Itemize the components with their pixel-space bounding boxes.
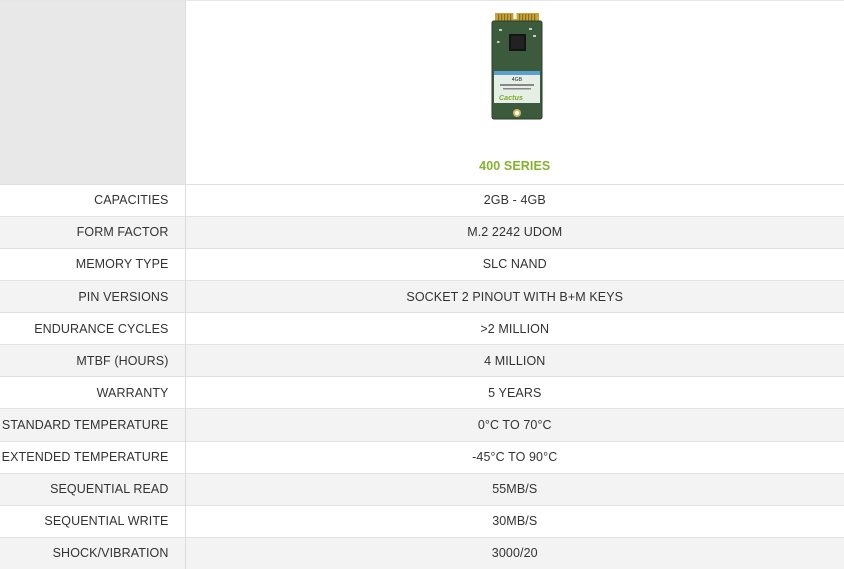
spec-value: 2GB - 4GB xyxy=(185,183,844,217)
spec-row: SHOCK/VIBRATION 3000/20 xyxy=(0,536,844,569)
spec-label: STANDARD TEMPERATURE xyxy=(0,408,186,442)
header-blank-cell xyxy=(0,0,186,185)
spec-row: PIN VERSIONS SOCKET 2 PINOUT WITH B+M KEY… xyxy=(0,279,844,313)
spec-label: FORM FACTOR xyxy=(0,215,186,249)
spec-value: 55MB/S xyxy=(185,472,844,506)
spec-label: SEQUENTIAL WRITE xyxy=(0,504,186,538)
spec-row: SEQUENTIAL READ 55MB/S xyxy=(0,472,844,506)
series-title: 400 SERIES xyxy=(479,159,551,173)
spec-value: 3000/20 xyxy=(185,536,844,569)
spec-value: SOCKET 2 PINOUT WITH B+M KEYS xyxy=(185,279,844,313)
spec-rows: CAPACITIES 2GB - 4GB FORM FACTOR M.2 2242 U… xyxy=(0,183,844,569)
spec-value: SLC NAND xyxy=(185,247,844,281)
spec-value: >2 MILLION xyxy=(185,312,844,345)
spec-row: CAPACITIES 2GB - 4GB xyxy=(0,183,844,217)
spec-label: CAPACITIES xyxy=(0,183,186,217)
spec-table: 4GB Cactus 400 SERIES CAPACITIES 2GB - 4G… xyxy=(0,0,844,569)
spec-label: EXTENDED TEMPERATURE xyxy=(0,440,186,474)
product-header-row: 4GB Cactus 400 SERIES xyxy=(0,0,844,185)
product-header-cell: 4GB Cactus 400 SERIES xyxy=(185,0,844,185)
spec-label: PIN VERSIONS xyxy=(0,279,186,313)
spec-row: MEMORY TYPE SLC NAND xyxy=(0,247,844,281)
spec-label: ENDURANCE CYCLES xyxy=(0,312,186,345)
spec-row: WARRANTY 5 YEARS xyxy=(0,376,844,409)
spec-value: 5 YEARS xyxy=(185,376,844,409)
spec-label: MEMORY TYPE xyxy=(0,247,186,281)
spec-row: ENDURANCE CYCLES >2 MILLION xyxy=(0,312,844,345)
spec-row: FORM FACTOR M.2 2242 UDOM xyxy=(0,215,844,249)
spec-value: M.2 2242 UDOM xyxy=(185,215,844,249)
spec-label: WARRANTY xyxy=(0,376,186,409)
spec-label: SHOCK/VIBRATION xyxy=(0,536,186,569)
spec-row: MTBF (HOURS) 4 MILLION xyxy=(0,344,844,377)
spec-row: EXTENDED TEMPERATURE -45°C TO 90°C xyxy=(0,440,844,474)
spec-row: STANDARD TEMPERATURE 0°C TO 70°C xyxy=(0,408,844,442)
spec-value: 0°C TO 70°C xyxy=(185,408,844,442)
spec-label: SEQUENTIAL READ xyxy=(0,472,186,506)
image-capacity-label: 4GB xyxy=(511,77,522,83)
spec-value: 4 MILLION xyxy=(185,344,844,377)
spec-value: 30MB/S xyxy=(185,504,844,538)
m2-ssd-module-image: 4GB Cactus xyxy=(491,13,542,120)
spec-row: SEQUENTIAL WRITE 30MB/S xyxy=(0,504,844,538)
image-brand-logo: Cactus xyxy=(499,95,523,102)
spec-value: -45°C TO 90°C xyxy=(185,440,844,474)
spec-label: MTBF (HOURS) xyxy=(0,344,186,377)
